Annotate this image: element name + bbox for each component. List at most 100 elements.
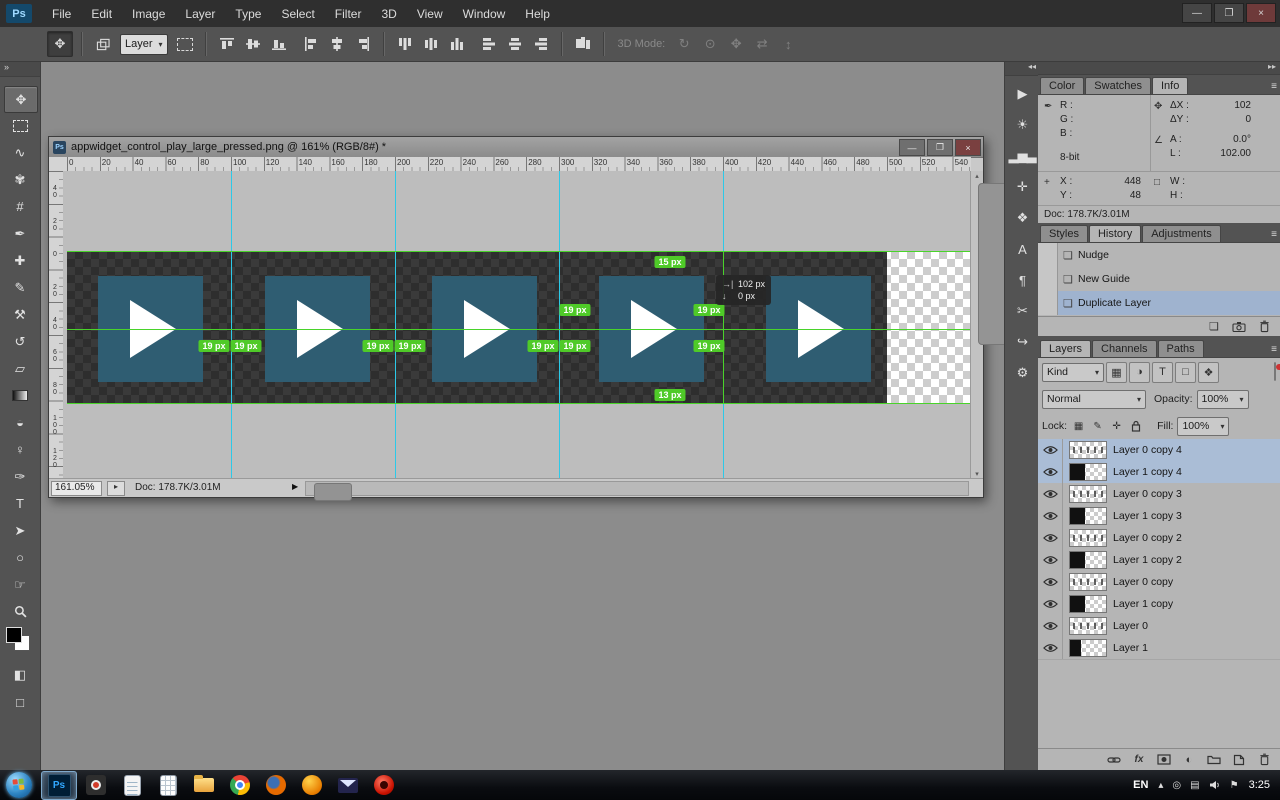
layer-thumbnail[interactable] <box>1069 463 1107 481</box>
layer-visibility-toggle[interactable] <box>1038 505 1063 527</box>
start-button[interactable] <box>6 772 32 798</box>
tab-layers[interactable]: Layers <box>1040 340 1092 357</box>
blur-tool[interactable]: ◒ <box>4 410 36 435</box>
eraser-tool[interactable]: ▱ <box>4 356 36 381</box>
delete-layer-icon[interactable] <box>1256 753 1272 767</box>
layer-visibility-toggle[interactable] <box>1038 439 1063 461</box>
menu-type[interactable]: Type <box>235 7 261 21</box>
scroll-up-arrow[interactable]: ▴ <box>971 172 983 180</box>
histogram-panel-icon[interactable]: ▂▅▃ <box>1008 143 1037 169</box>
notes-panel-icon[interactable]: ↪ <box>1008 329 1036 355</box>
filter-smart-objects-icon[interactable]: ❖ <box>1198 361 1219 383</box>
zoom-tool[interactable] <box>4 599 36 624</box>
horizontal-scrollbar[interactable] <box>305 481 969 501</box>
align-top-edges-button[interactable] <box>215 32 239 56</box>
tab-info[interactable]: Info <box>1152 77 1189 94</box>
filter-shape-layers-icon[interactable]: □ <box>1175 361 1196 383</box>
history-panel-menu-icon[interactable]: ≡ <box>1271 229 1277 240</box>
layer-visibility-toggle[interactable] <box>1038 461 1063 483</box>
close-button[interactable]: × <box>1246 3 1276 23</box>
distribute-vertical-centers-button[interactable] <box>419 32 443 56</box>
vertical-ruler[interactable]: 40 20 0 20 40 60 80 100 120 <box>49 171 64 479</box>
layer-visibility-toggle[interactable] <box>1038 637 1063 659</box>
clone-source-panel-icon[interactable]: ✂ <box>1008 298 1036 324</box>
taskbar-app-8-button[interactable] <box>295 772 329 799</box>
gradient-tool[interactable] <box>4 383 36 408</box>
history-source-well[interactable] <box>1038 267 1058 291</box>
clock[interactable]: 3:25 <box>1249 779 1270 791</box>
distribute-top-edges-button[interactable] <box>393 32 417 56</box>
layer-thumbnail[interactable] <box>1069 639 1107 657</box>
styles-panel-icon[interactable]: ❖ <box>1008 205 1036 231</box>
layer-thumbnail[interactable] <box>1069 485 1107 503</box>
auto-select-dropdown[interactable]: Layer ▾ <box>120 33 168 55</box>
align-vertical-centers-button[interactable] <box>241 32 265 56</box>
navigator-panel-icon[interactable]: ✛ <box>1008 174 1036 200</box>
path-selection-tool[interactable]: ➤ <box>4 518 36 543</box>
horizontal-ruler[interactable]: 0 20 40 60 80 100 120 140 160 180 200 220 240 260 280 3… <box>63 157 971 172</box>
layer-visibility-toggle[interactable] <box>1038 549 1063 571</box>
layer-row-layer-1-copy[interactable]: Layer 1 copy <box>1038 593 1280 616</box>
history-source-well[interactable] <box>1038 291 1058 315</box>
3d-slide-icon[interactable]: ⇄ <box>750 32 774 56</box>
history-state-nudge[interactable]: ❏ Nudge <box>1038 243 1280 267</box>
align-horizontal-centers-button[interactable] <box>325 32 349 56</box>
adjustments-panel-icon[interactable]: ☀ <box>1008 112 1036 138</box>
tab-styles[interactable]: Styles <box>1040 225 1088 242</box>
doc-close-button[interactable]: × <box>955 139 981 156</box>
menu-edit[interactable]: Edit <box>91 7 112 21</box>
doc-restore-button[interactable]: ❐ <box>927 139 953 156</box>
quick-selection-tool[interactable]: ✾ <box>4 167 36 192</box>
tray-flag-icon[interactable]: ⚑ <box>1230 780 1239 791</box>
distribute-left-edges-button[interactable] <box>477 32 501 56</box>
layer-row-layer-1-copy-3[interactable]: Layer 1 copy 3 <box>1038 505 1280 528</box>
align-left-edges-button[interactable] <box>299 32 323 56</box>
menu-window[interactable]: Window <box>463 7 506 21</box>
tab-adjustments[interactable]: Adjustments <box>1142 225 1221 242</box>
layer-filter-kind-dropdown[interactable]: Kind ▾ <box>1042 362 1104 382</box>
lock-position-icon[interactable]: ✛ <box>1109 419 1124 434</box>
canvas-viewport[interactable]: 15 px 19 px 19 px 19 px 19 px 19 px 19 px 19 px… <box>63 171 971 479</box>
layer-thumbnail[interactable] <box>1069 441 1107 459</box>
layer-row-layer-1-copy-4[interactable]: Layer 1 copy 4 <box>1038 461 1280 484</box>
distribute-bottom-edges-button[interactable] <box>445 32 469 56</box>
lasso-tool[interactable]: ∿ <box>4 140 36 165</box>
layer-row-layer-1-copy-2[interactable]: Layer 1 copy 2 <box>1038 549 1280 572</box>
status-menu-arrow[interactable]: ▶ <box>292 482 298 491</box>
layer-thumbnail[interactable] <box>1069 529 1107 547</box>
hand-tool[interactable]: ☞ <box>4 572 36 597</box>
menu-layer[interactable]: Layer <box>185 7 215 21</box>
tab-channels[interactable]: Channels <box>1092 340 1157 357</box>
menu-image[interactable]: Image <box>132 7 165 21</box>
filter-adjustment-layers-icon[interactable]: ◑ <box>1129 361 1150 383</box>
taskbar-explorer-button[interactable] <box>187 772 221 799</box>
scroll-down-arrow[interactable]: ▾ <box>971 470 983 478</box>
layer-visibility-toggle[interactable] <box>1038 571 1063 593</box>
new-adjustment-layer-icon[interactable]: ◐ <box>1181 753 1197 767</box>
fill-dropdown[interactable]: 100% ▾ <box>1177 416 1230 436</box>
move-tool[interactable]: ✥ <box>4 86 38 113</box>
menu-select[interactable]: Select <box>281 7 314 21</box>
vertical-scrollbar[interactable]: ▴ ▾ <box>970 171 1016 479</box>
layer-thumbnail[interactable] <box>1069 507 1107 525</box>
align-right-edges-button[interactable] <box>351 32 375 56</box>
quick-mask-button[interactable]: ◧ <box>4 662 36 687</box>
layer-row-layer-0-copy-4[interactable]: Layer 0 copy 4 <box>1038 439 1280 462</box>
taskbar-media-button[interactable] <box>367 772 401 799</box>
3d-pan-icon[interactable]: ✥ <box>724 32 748 56</box>
toolbar-collapse-button[interactable]: » <box>0 62 40 77</box>
brush-tool[interactable]: ✎ <box>4 275 36 300</box>
layer-row-layer-0[interactable]: Layer 0 <box>1038 615 1280 638</box>
tray-hidden-icons-button[interactable]: ▴ <box>1158 780 1163 791</box>
zoom-level-field[interactable]: 161.05% <box>51 481 102 496</box>
paragraph-panel-icon[interactable]: ¶ <box>1008 267 1036 293</box>
layer-thumbnail[interactable] <box>1069 573 1107 591</box>
document-title-bar[interactable]: Ps appwidget_control_play_large_pressed.… <box>49 137 983 158</box>
tray-network-icon[interactable]: ▤ <box>1190 780 1199 791</box>
new-snapshot-icon[interactable] <box>1231 320 1247 334</box>
rectangular-marquee-tool[interactable] <box>4 113 36 138</box>
layer-thumbnail[interactable] <box>1069 551 1107 569</box>
character-panel-icon[interactable]: A <box>1008 236 1036 262</box>
layer-thumbnail[interactable] <box>1069 595 1107 613</box>
restore-button[interactable]: ❐ <box>1214 3 1244 23</box>
